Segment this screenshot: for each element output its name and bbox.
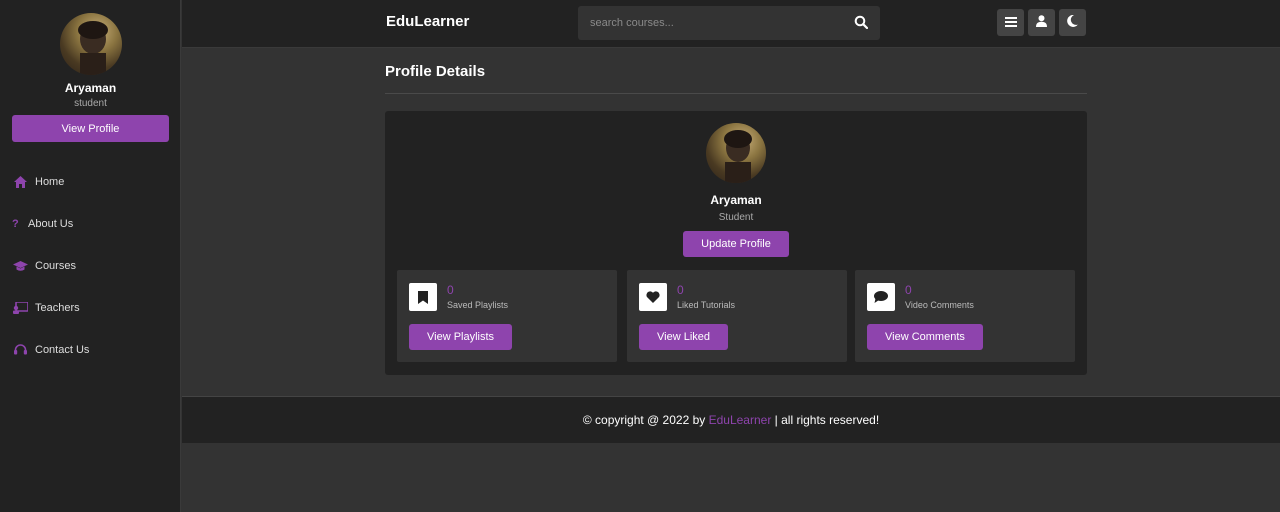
sidebar-item-contact[interactable]: Contact Us	[12, 340, 89, 360]
sidebar-item-home[interactable]: Home	[12, 172, 64, 192]
search-input[interactable]	[578, 6, 848, 40]
theme-toggle-button[interactable]	[1059, 9, 1086, 36]
profile-card: Aryaman Student Update Profile 0 Saved P…	[385, 111, 1087, 375]
view-liked-button[interactable]: View Liked	[639, 324, 728, 350]
menu-icon	[1004, 14, 1017, 32]
page-title: Profile Details	[385, 63, 486, 80]
site-logo[interactable]: EduLearner	[386, 13, 469, 30]
footer-copyright-suffix: | all rights reserved!	[771, 413, 880, 427]
home-icon	[12, 176, 28, 188]
stat-label: Video Comments	[905, 300, 974, 310]
sidebar-item-teachers[interactable]: Teachers	[12, 298, 80, 318]
top-header: EduLearner	[182, 0, 1280, 48]
user-button[interactable]	[1028, 9, 1055, 36]
profile-avatar	[706, 123, 766, 183]
sidebar-user-role: student	[74, 98, 107, 109]
search-bar	[578, 6, 880, 40]
profile-role: Student	[718, 212, 754, 223]
sidebar-item-label: Home	[35, 176, 65, 188]
title-divider	[385, 93, 1087, 94]
stat-card-liked-tutorials: 0 Liked Tutorials View Liked	[627, 270, 847, 362]
footer-copyright-prefix: © copyright @ 2022 by	[582, 413, 709, 427]
menu-button[interactable]	[997, 9, 1024, 36]
headset-icon	[12, 344, 28, 356]
footer-brand-link[interactable]: EduLearner	[709, 413, 772, 427]
moon-icon	[1067, 14, 1078, 32]
view-comments-button[interactable]: View Comments	[867, 324, 983, 350]
chalkboard-teacher-icon	[12, 302, 28, 314]
stat-count: 0	[447, 283, 454, 297]
view-profile-button[interactable]: View Profile	[12, 115, 169, 142]
stat-count: 0	[677, 283, 684, 297]
update-profile-button[interactable]: Update Profile	[683, 231, 789, 257]
sidebar-user-name: Aryaman	[64, 81, 117, 95]
stat-label: Liked Tutorials	[677, 300, 736, 310]
sidebar-item-label: Teachers	[35, 302, 80, 314]
search-icon[interactable]	[854, 15, 870, 31]
bookmark-icon	[409, 283, 437, 311]
footer: © copyright @ 2022 by EduLearner | all r…	[182, 396, 1280, 443]
profile-name: Aryaman	[710, 193, 762, 207]
sidebar-item-courses[interactable]: Courses	[12, 256, 76, 276]
sidebar-item-about[interactable]: ? About Us	[12, 214, 73, 234]
view-playlists-button[interactable]: View Playlists	[409, 324, 513, 350]
heart-icon	[639, 283, 667, 311]
comment-icon	[867, 283, 895, 311]
graduation-cap-icon	[12, 260, 28, 272]
sidebar-item-label: About Us	[28, 218, 74, 230]
sidebar-item-label: Courses	[35, 260, 76, 272]
stat-count: 0	[905, 283, 912, 297]
question-icon: ?	[12, 218, 19, 230]
sidebar: Aryaman student View Profile Home ? Abou…	[0, 0, 181, 512]
avatar[interactable]	[60, 13, 122, 75]
stat-card-saved-playlists: 0 Saved Playlists View Playlists	[397, 270, 617, 362]
sidebar-item-label: Contact Us	[35, 344, 90, 356]
user-icon	[1036, 14, 1047, 32]
stat-card-video-comments: 0 Video Comments View Comments	[855, 270, 1075, 362]
stat-label: Saved Playlists	[447, 300, 509, 310]
